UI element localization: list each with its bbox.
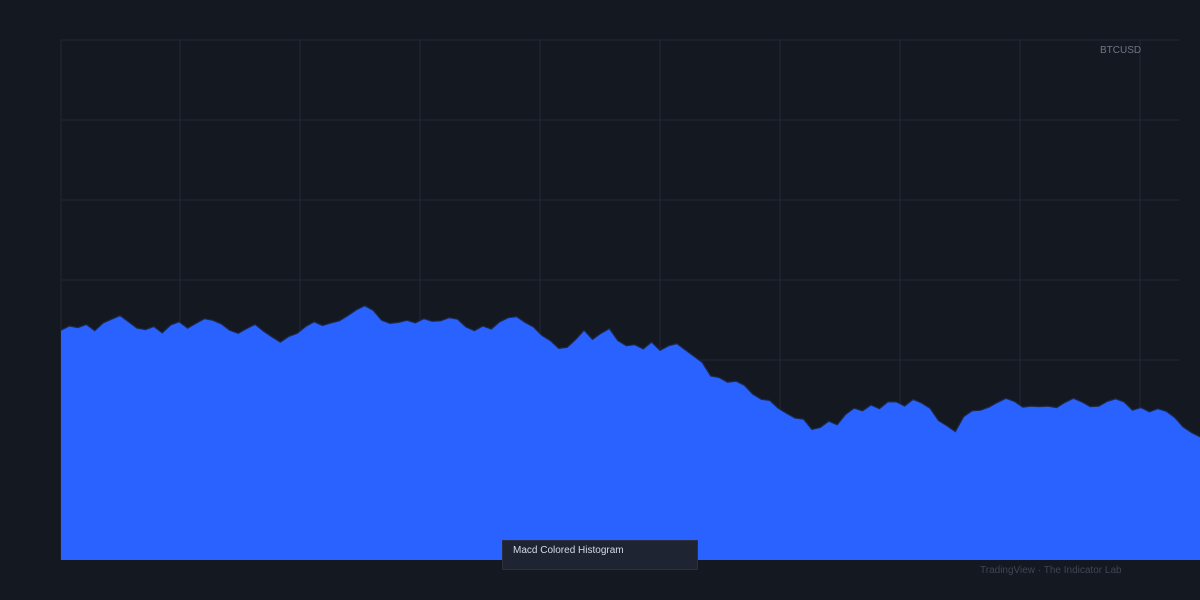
chart-root: BTCUSD Macd Colored Histogram TradingVie… [0, 0, 1200, 600]
watermark: TradingView · The Indicator Lab [980, 565, 1122, 576]
price-chart[interactable] [0, 0, 1200, 600]
area-layer [60, 305, 1200, 560]
symbol-label: BTCUSD [1100, 45, 1142, 56]
indicator-tooltip[interactable]: Macd Colored Histogram [502, 540, 698, 570]
indicator-label: Macd Colored Histogram [513, 545, 624, 556]
area-series [61, 305, 1200, 560]
